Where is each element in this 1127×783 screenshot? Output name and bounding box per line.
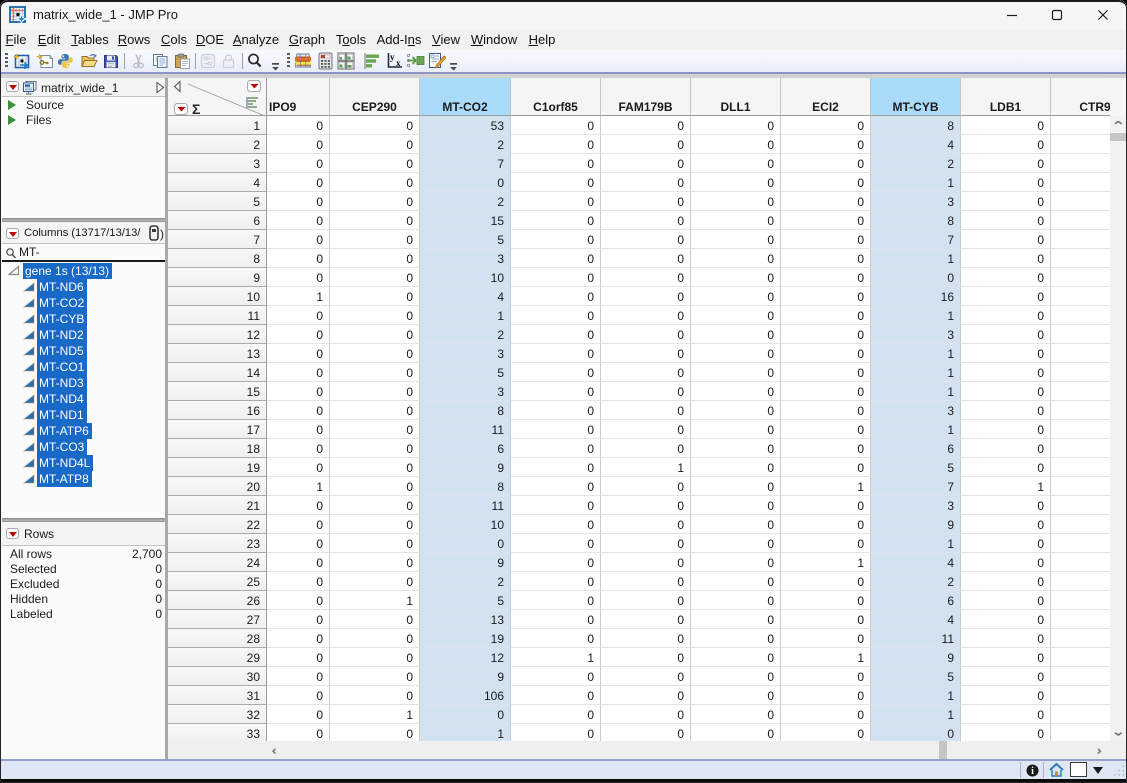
svg-text:x: x bbox=[396, 58, 401, 68]
svg-text:i: i bbox=[1031, 766, 1034, 777]
svg-text:y: y bbox=[390, 52, 395, 62]
svg-text:Σ: Σ bbox=[192, 101, 200, 116]
